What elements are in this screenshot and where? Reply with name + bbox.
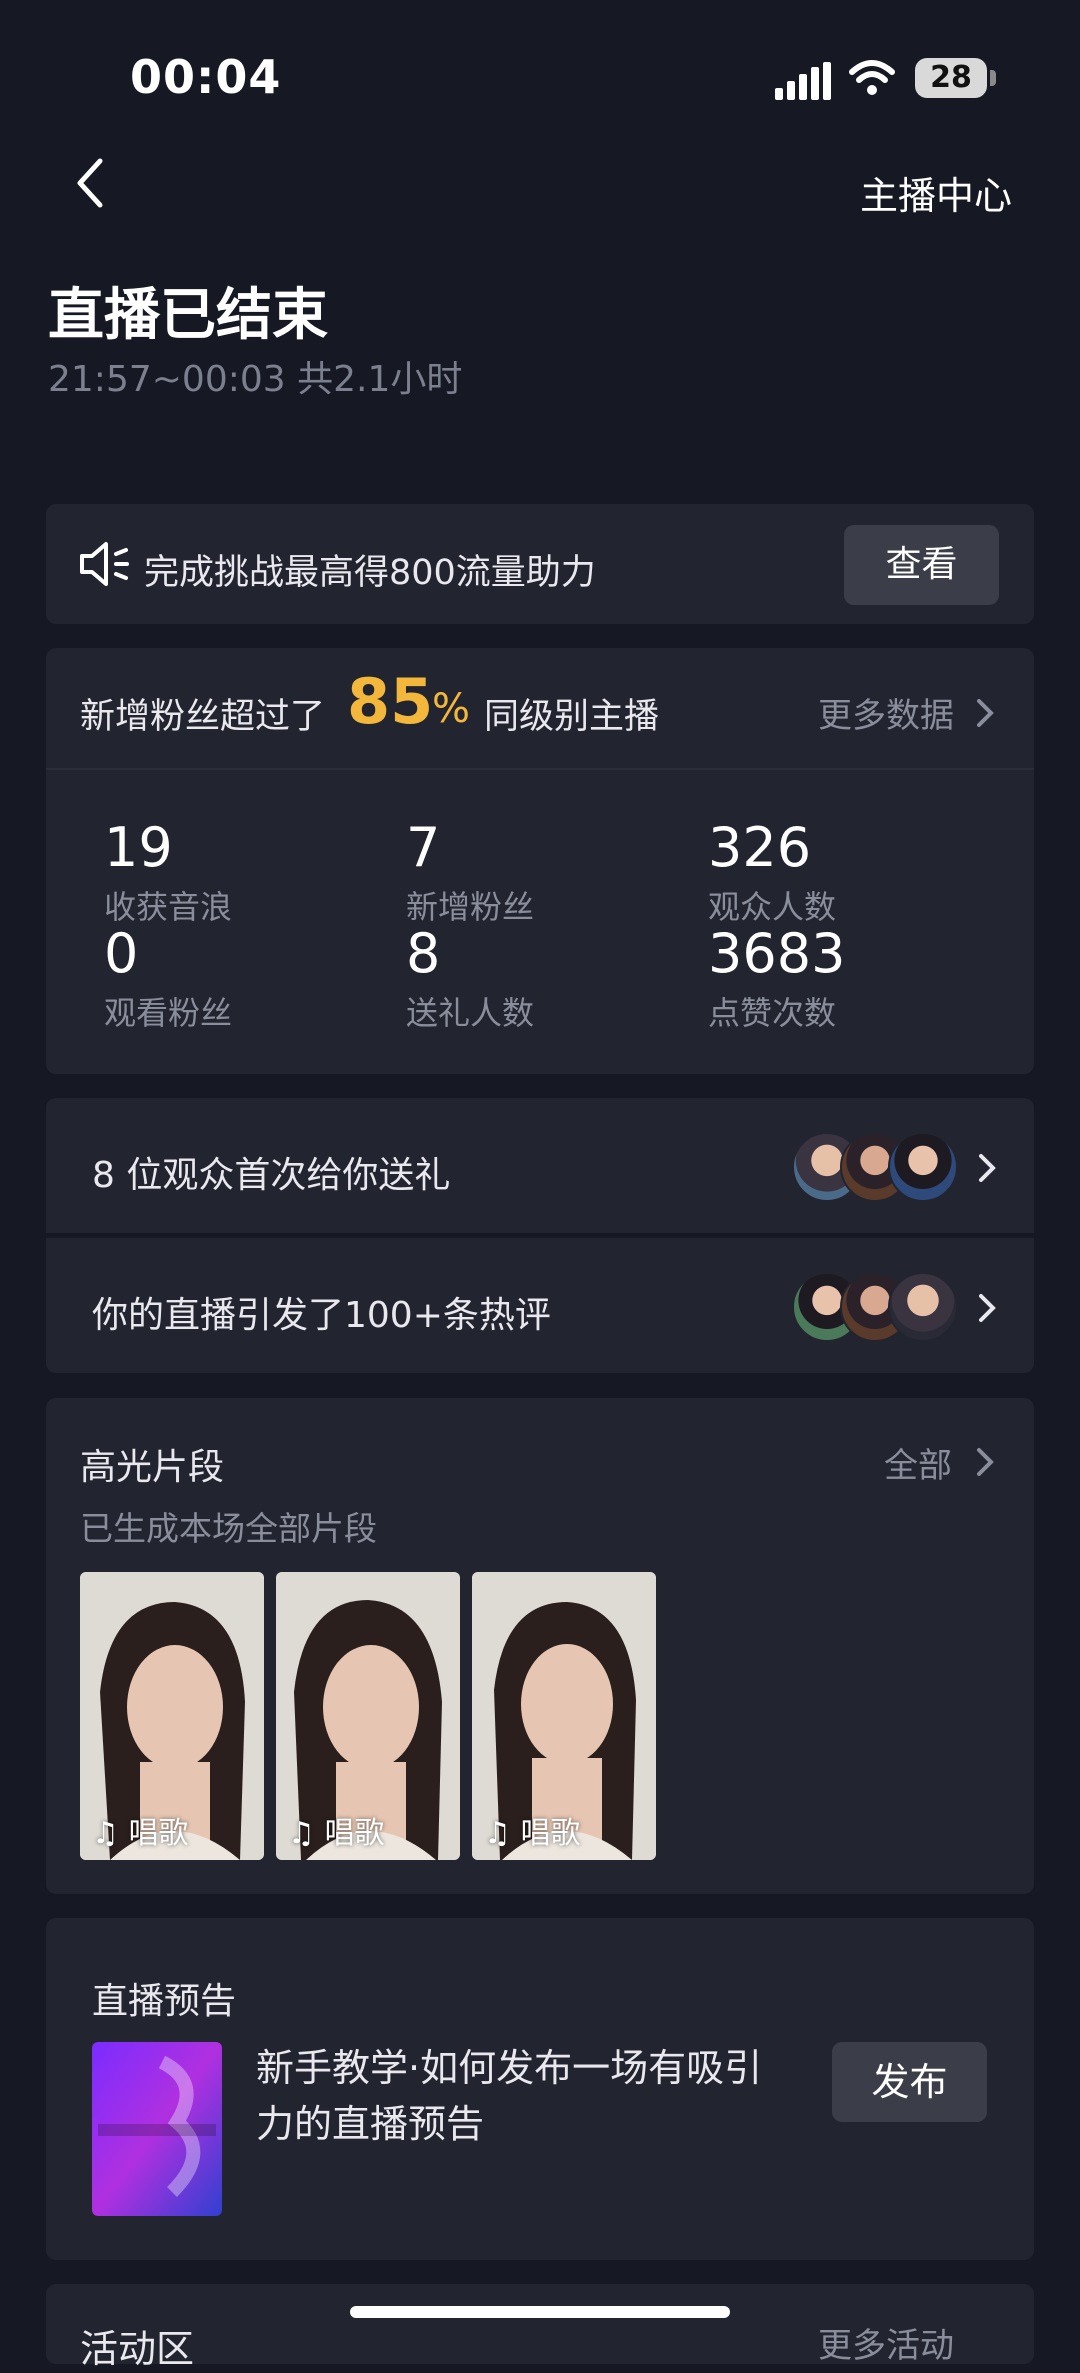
back-chevron-icon[interactable] xyxy=(70,155,110,211)
view-button[interactable]: 查看 xyxy=(844,525,999,605)
tutorial-cover-graphic xyxy=(92,2042,222,2216)
stat-label-gifters: 送礼人数 xyxy=(406,994,535,1032)
anchor-center-link[interactable]: 主播中心 xyxy=(860,165,1012,220)
stats-headline-prefix: 新增粉丝超过了 xyxy=(80,697,326,737)
clip-label-text: 唱歌 xyxy=(520,1816,581,1851)
more-data-link[interactable]: 更多数据 xyxy=(818,688,954,737)
percent-sign: % xyxy=(432,686,471,732)
first-gift-text: 8 位观众首次给你送礼 xyxy=(92,1155,451,1196)
highlights-title: 高光片段 xyxy=(80,1447,225,1488)
clip-label: ♫ 唱歌 xyxy=(288,1816,385,1851)
home-indicator[interactable] xyxy=(350,2306,730,2318)
stat-value-viewers: 326 xyxy=(708,816,812,879)
stat-label-likes: 点赞次数 xyxy=(708,994,837,1032)
speaker-icon xyxy=(80,542,129,586)
live-preview-title: 直播预告 xyxy=(92,1981,237,2022)
clip-label: ♫ 唱歌 xyxy=(484,1816,581,1851)
signal-icon xyxy=(775,62,831,100)
stat-value-likes: 3683 xyxy=(708,922,846,985)
tutorial-cover-image[interactable] xyxy=(92,2042,222,2216)
live-duration: 21:57~00:03 共2.1小时 xyxy=(48,359,463,400)
highlight-clip[interactable]: ♫ 唱歌 xyxy=(80,1572,264,1860)
stat-label-watching-fans: 观看粉丝 xyxy=(104,994,233,1032)
chevron-right-icon[interactable] xyxy=(974,1444,996,1480)
more-activity-link[interactable]: 更多活动 xyxy=(818,2318,954,2367)
avatar xyxy=(888,1272,958,1342)
stat-value-watching-fans: 0 xyxy=(104,922,139,985)
clip-label: ♫ 唱歌 xyxy=(92,1816,189,1851)
stat-value-gifters: 8 xyxy=(406,922,441,985)
battery-tip xyxy=(990,70,996,86)
status-time: 00:04 xyxy=(130,50,282,104)
clip-label-text: 唱歌 xyxy=(128,1816,189,1851)
battery-level: 28 xyxy=(915,58,987,98)
highlights-subtitle: 已生成本场全部片段 xyxy=(80,1509,377,1548)
activity-title: 活动区 xyxy=(80,2327,195,2371)
avatar xyxy=(888,1132,958,1202)
hot-comments-text: 你的直播引发了100+条热评 xyxy=(92,1295,551,1336)
clip-label-text: 唱歌 xyxy=(324,1816,385,1851)
stat-value-yinlang: 19 xyxy=(104,816,173,879)
page-title: 直播已结束 xyxy=(48,283,328,348)
highlight-clip[interactable]: ♫ 唱歌 xyxy=(276,1572,460,1860)
chevron-right-icon[interactable] xyxy=(976,1290,998,1326)
stat-value-new-fans: 7 xyxy=(406,816,441,879)
stats-divider xyxy=(46,768,1034,770)
challenge-notice-text: 完成挑战最高得800流量助力 xyxy=(144,553,596,593)
chevron-right-icon[interactable] xyxy=(976,1150,998,1186)
stats-headline-suffix: 同级别主播 xyxy=(484,697,660,737)
chevron-right-icon[interactable] xyxy=(974,695,996,731)
live-preview-description[interactable]: 新手教学·如何发布一场有吸引力的直播预告 xyxy=(256,2040,776,2152)
highlight-clip[interactable]: ♫ 唱歌 xyxy=(472,1572,656,1860)
publish-button[interactable]: 发布 xyxy=(832,2042,987,2122)
wifi-icon xyxy=(849,60,895,95)
highlights-all-link[interactable]: 全部 xyxy=(884,1438,952,1487)
fans-percent: 85 xyxy=(347,665,434,738)
